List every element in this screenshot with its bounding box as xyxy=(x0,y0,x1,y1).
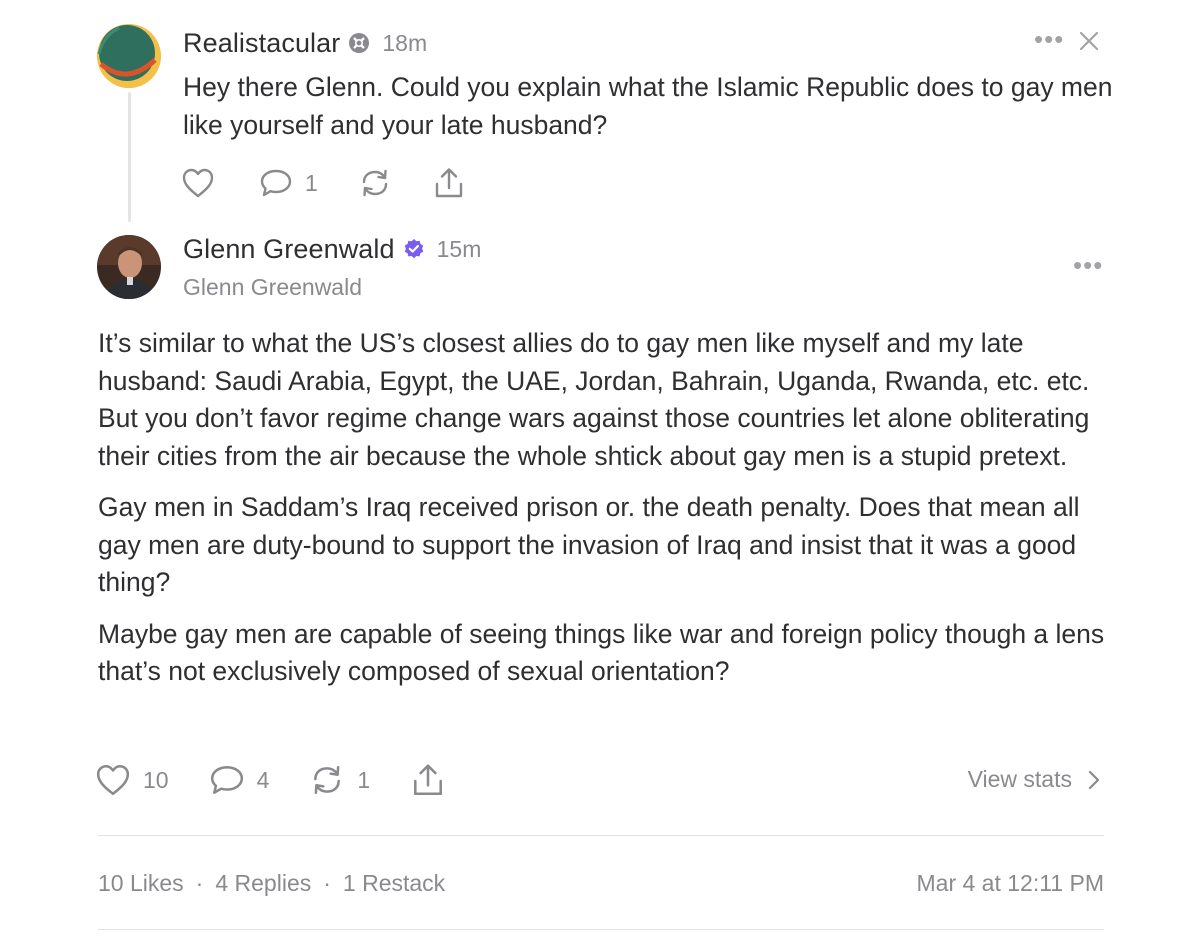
likes-summary-link[interactable]: 10 Likes xyxy=(98,870,184,897)
close-icon[interactable] xyxy=(1078,30,1100,57)
view-stats-link[interactable]: View stats xyxy=(968,766,1100,793)
subscriber-badge-icon xyxy=(348,32,370,54)
reply-author-name[interactable]: Realistacular xyxy=(183,28,340,59)
post-paragraph: Maybe gay men are capable of seeing thin… xyxy=(98,618,1105,687)
post-author-handle[interactable]: Glenn Greenwald xyxy=(183,274,362,301)
post-body: It’s similar to what the US’s closest al… xyxy=(98,325,1118,705)
heart-icon xyxy=(182,168,214,198)
divider xyxy=(98,835,1104,836)
engagement-summary: 10 Likes · 4 Replies · 1 Restack xyxy=(98,870,445,897)
avatar-realistacular[interactable] xyxy=(97,24,161,88)
ellipsis-icon[interactable]: ••• xyxy=(1034,24,1064,55)
restack-button[interactable] xyxy=(358,167,392,199)
avatar-glenn-greenwald[interactable] xyxy=(97,235,161,299)
post-header: Glenn Greenwald 15m xyxy=(183,232,481,266)
post-action-bar: 10 4 1 xyxy=(95,762,446,798)
ellipsis-icon[interactable]: ••• xyxy=(1073,250,1103,281)
share-button[interactable] xyxy=(432,166,466,200)
reply-header: Realistacular 18m xyxy=(183,26,427,60)
verified-badge-icon xyxy=(403,238,425,260)
comment-count: 4 xyxy=(256,766,270,793)
restack-icon xyxy=(362,169,387,197)
post-timestamp: 15m xyxy=(436,235,482,262)
share-button[interactable] xyxy=(410,762,446,798)
comment-icon xyxy=(210,766,243,794)
post-date: Mar 4 at 12:11 PM xyxy=(916,870,1105,896)
separator-dot: · xyxy=(323,870,331,896)
reply-action-bar: 1 xyxy=(181,166,466,200)
share-icon xyxy=(435,168,462,198)
separator-dot: · xyxy=(195,870,204,896)
heart-icon xyxy=(96,764,130,796)
restack-count: 1 xyxy=(357,766,371,793)
chevron-right-icon xyxy=(1088,770,1100,789)
post-paragraph: It’s similar to what the US’s closest al… xyxy=(98,328,1090,471)
post-paragraph: Gay men in Saddam’s Iraq received prison… xyxy=(98,492,1080,597)
reply-body: Hey there Glenn. Could you explain what … xyxy=(183,72,1113,140)
like-button[interactable] xyxy=(181,167,215,199)
reply-timestamp: 18m xyxy=(382,29,428,56)
restack-icon xyxy=(314,766,341,794)
view-stats-label: View stats xyxy=(967,766,1072,792)
restacks-summary-link[interactable]: 1 Restack xyxy=(343,870,445,897)
comment-icon xyxy=(260,169,292,197)
comment-button[interactable]: 4 xyxy=(209,763,270,797)
thread-line xyxy=(128,92,131,222)
divider xyxy=(98,929,1104,930)
share-icon xyxy=(414,764,443,796)
comment-button[interactable]: 1 xyxy=(259,167,318,199)
restack-button[interactable]: 1 xyxy=(309,763,370,797)
replies-summary-link[interactable]: 4 Replies xyxy=(215,870,311,897)
comment-count: 1 xyxy=(305,169,318,196)
like-button[interactable]: 10 xyxy=(95,763,169,797)
post-author-name[interactable]: Glenn Greenwald xyxy=(183,234,395,265)
like-count: 10 xyxy=(143,766,169,793)
note-thread: Realistacular 18m ••• Hey there Glenn. C… xyxy=(0,0,1200,938)
